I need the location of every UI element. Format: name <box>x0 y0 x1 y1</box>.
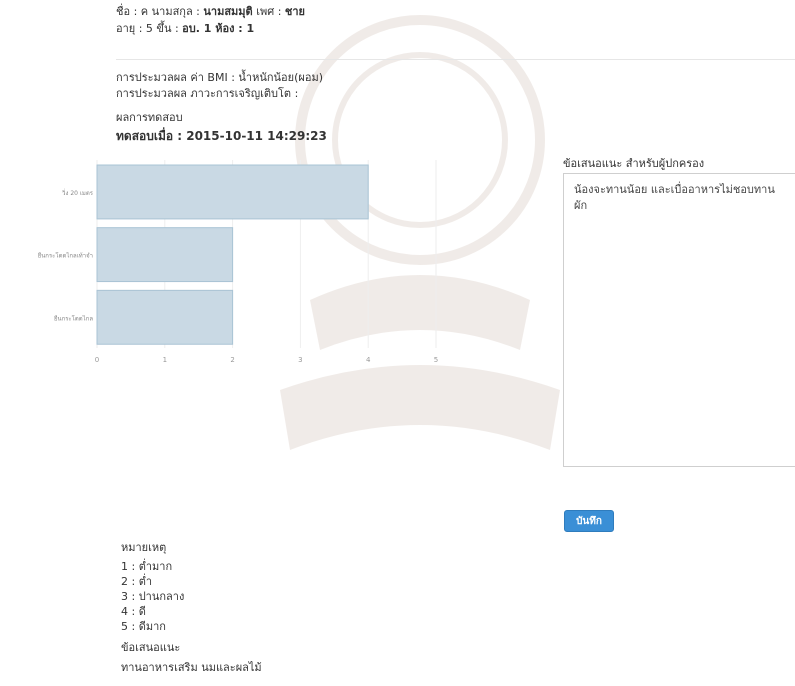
tested-at-label: ทดสอบเมื่อ : <box>116 129 187 143</box>
x-tick-label: 5 <box>434 356 438 364</box>
advice-notes-heading: ข้อเสนอแนะ <box>121 641 181 654</box>
note-item: 3 : ปานกลาง <box>121 590 185 603</box>
tested-at-line: ทดสอบเมื่อ : 2015-10-11 14:29:23 <box>116 129 327 143</box>
x-tick-label: 2 <box>230 356 234 364</box>
tested-at-value: 2015-10-11 14:29:23 <box>186 129 327 143</box>
name-label: ชื่อ : ค นามสกุล : <box>116 5 204 18</box>
category-label: ยืนกระโดดไกล <box>53 314 93 322</box>
advice-label: ข้อเสนอแนะ สำหรับผู้ปกครอง <box>563 157 705 170</box>
bmi-line: การประมวลผล ค่า BMI : น้ำหนักน้อย(ผอม) <box>116 71 323 84</box>
x-tick-label: 1 <box>163 356 167 364</box>
age-label: อายุ : 5 ขึ้น : <box>116 22 183 35</box>
category-label: ยืนกระโดดไกลเท้าจำ <box>37 252 93 260</box>
bar <box>96 289 234 345</box>
student-info-line: ชื่อ : ค นามสกุล : นามสมมุติ เพศ : ชาย <box>116 5 305 19</box>
x-tick-label: 0 <box>95 356 99 364</box>
advice-textarea[interactable] <box>563 173 795 467</box>
gender-label: เพศ : <box>252 5 285 18</box>
bar <box>96 164 369 220</box>
growth-line: การประมวลผล ภาวะการเจริญเติบโต : <box>116 87 299 100</box>
category-label: วิ่ง 20 เมตร <box>61 189 93 197</box>
x-tick-label: 4 <box>366 356 371 364</box>
note-item: 1 : ต่ำมาก <box>121 560 173 573</box>
note-item: 4 : ดี <box>121 605 146 618</box>
age-class-line: อายุ : 5 ขึ้น : อบ. 1 ห้อง : 1 <box>116 22 254 36</box>
notes-heading: หมายเหตุ <box>121 541 167 554</box>
advice-notes-text: ทานอาหารเสริม นมและผลไม้ <box>121 661 262 674</box>
gender-value: ชาย <box>284 5 305 18</box>
surname-value: นามสมมุติ <box>203 5 253 18</box>
note-item: 2 : ต่ำ <box>121 575 153 588</box>
fitness-bar-chart: วิ่ง 20 เมตรยืนกระโดดไกลเท้าจำยืนกระโดดไ… <box>37 160 438 364</box>
divider <box>116 59 795 60</box>
save-button[interactable]: บันทึก <box>564 510 614 532</box>
x-tick-label: 3 <box>298 356 302 364</box>
class-value: อบ. 1 ห้อง : 1 <box>182 22 255 35</box>
results-heading: ผลการทดสอบ <box>116 111 183 124</box>
note-item: 5 : ดีมาก <box>121 620 166 633</box>
bar <box>96 227 234 283</box>
